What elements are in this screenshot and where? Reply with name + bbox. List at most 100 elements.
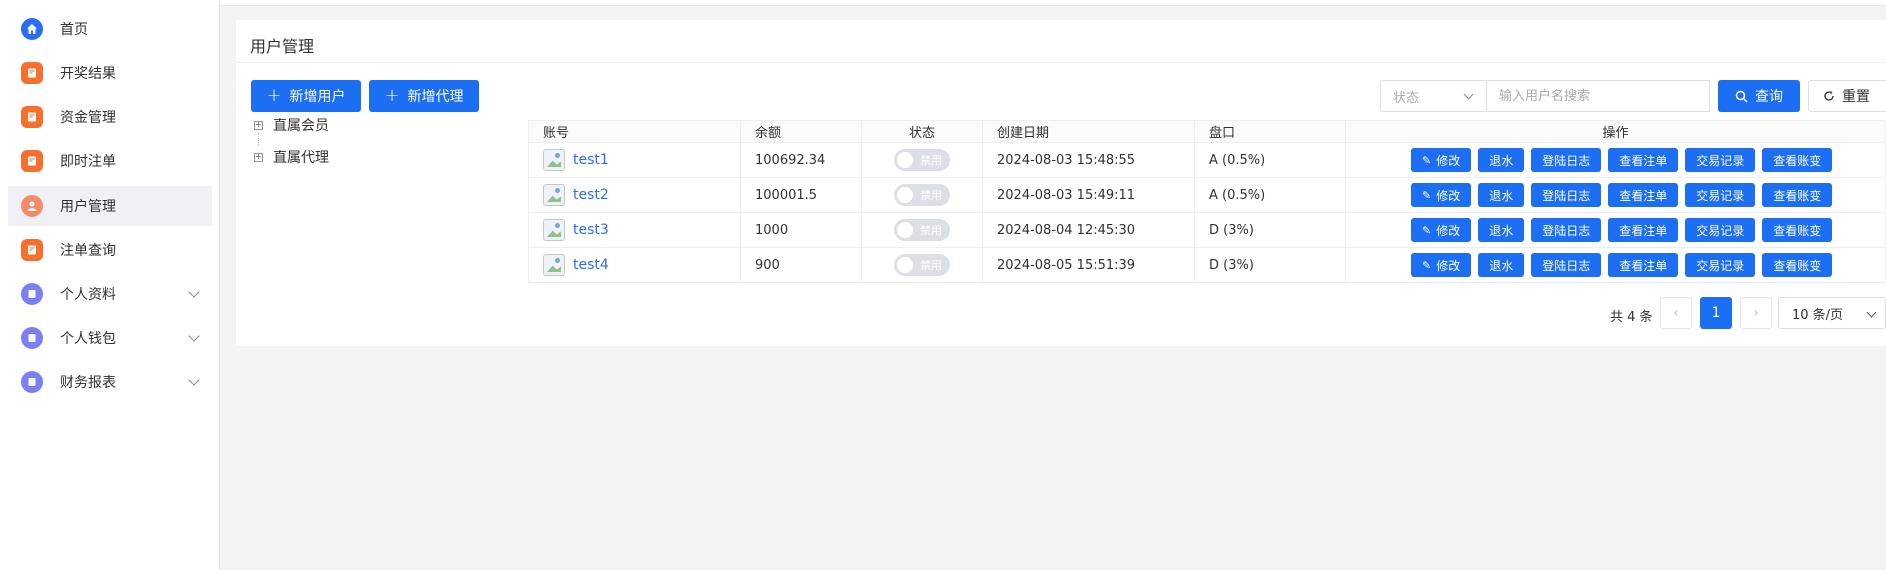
reset-button[interactable]: 重置 xyxy=(1808,80,1886,112)
sidebar-item-wallet[interactable]: 个人钱包 xyxy=(8,318,212,358)
add-agent-button[interactable]: + 新增代理 xyxy=(369,80,479,112)
edit-button[interactable]: ✎ 修改 xyxy=(1411,218,1472,242)
edit-icon: ✎ xyxy=(1422,153,1432,167)
toggle-text: 禁用 xyxy=(920,154,942,167)
button-label: 登陆日志 xyxy=(1542,188,1591,203)
balance-cell: 900 xyxy=(741,248,862,282)
view-bets-button[interactable]: 查看注单 xyxy=(1608,183,1679,207)
search-button-label: 查询 xyxy=(1755,89,1783,105)
wallet-icon xyxy=(21,327,43,349)
transactions-button[interactable]: 交易记录 xyxy=(1685,218,1756,242)
pankou-cell: A (0.5%) xyxy=(1195,143,1346,177)
prev-page-button[interactable]: ‹ xyxy=(1660,297,1692,329)
account-link[interactable]: test4 xyxy=(573,257,609,273)
tree-label: 直属会员 xyxy=(273,118,329,134)
view-bets-button[interactable]: 查看注单 xyxy=(1608,148,1679,172)
home-icon xyxy=(21,18,43,40)
chevron-down-icon xyxy=(1463,89,1474,100)
sidebar-item-home[interactable]: 首页 xyxy=(8,9,212,49)
transactions-button[interactable]: 交易记录 xyxy=(1685,253,1756,277)
transactions-button[interactable]: 交易记录 xyxy=(1685,148,1756,172)
login-log-button[interactable]: 登陆日志 xyxy=(1531,253,1602,277)
status-cell: 禁用 xyxy=(862,248,983,282)
search-button[interactable]: 查询 xyxy=(1718,80,1800,112)
status-toggle[interactable]: 禁用 xyxy=(894,219,950,241)
button-label: 退水 xyxy=(1489,223,1514,238)
view-bets-button[interactable]: 查看注单 xyxy=(1608,218,1679,242)
rebate-button[interactable]: 退水 xyxy=(1478,253,1525,277)
sidebar-item-label: 首页 xyxy=(60,22,88,38)
column-header: 创建日期 xyxy=(983,121,1195,142)
edit-button[interactable]: ✎ 修改 xyxy=(1411,183,1472,207)
rebate-button[interactable]: 退水 xyxy=(1478,218,1525,242)
sidebar-item-live-bets[interactable]: 即时注单 xyxy=(8,141,212,181)
view-changes-button[interactable]: 查看账变 xyxy=(1762,218,1833,242)
expand-icon[interactable]: + xyxy=(254,152,263,162)
login-log-button[interactable]: 登陆日志 xyxy=(1531,218,1602,242)
add-user-button[interactable]: + 新增用户 xyxy=(251,80,361,112)
expand-icon[interactable]: + xyxy=(254,120,263,130)
column-header: 盘口 xyxy=(1195,121,1346,142)
sidebar-item-users[interactable]: 用户管理 xyxy=(8,186,212,226)
button-label: 退水 xyxy=(1489,258,1514,273)
toggle-text: 禁用 xyxy=(920,259,942,272)
login-log-button[interactable]: 登陆日志 xyxy=(1531,148,1602,172)
button-label: 修改 xyxy=(1436,188,1461,203)
status-toggle[interactable]: 禁用 xyxy=(894,254,950,276)
edit-icon: ✎ xyxy=(1422,258,1432,272)
view-bets-button[interactable]: 查看注单 xyxy=(1608,253,1679,277)
pankou-cell: D (3%) xyxy=(1195,248,1346,282)
account-link[interactable]: test3 xyxy=(573,222,609,238)
sidebar-item-funds[interactable]: 资金管理 xyxy=(8,97,212,137)
status-toggle[interactable]: 禁用 xyxy=(894,184,950,206)
search-input[interactable] xyxy=(1486,80,1710,112)
next-page-button[interactable]: › xyxy=(1740,297,1772,329)
transactions-button[interactable]: 交易记录 xyxy=(1685,183,1756,207)
avatar xyxy=(543,184,565,206)
pagination-total: 共 4 条 xyxy=(1610,310,1653,325)
sidebar-item-bet-query[interactable]: 注单查询 xyxy=(8,230,212,270)
sidebar-item-label: 开奖结果 xyxy=(60,66,116,82)
button-label: 查看注单 xyxy=(1619,258,1668,273)
page-1-button[interactable]: 1 xyxy=(1700,297,1732,329)
report-icon xyxy=(21,371,43,393)
view-changes-button[interactable]: 查看账变 xyxy=(1762,183,1833,207)
avatar xyxy=(543,149,565,171)
button-label: 退水 xyxy=(1489,153,1514,168)
view-changes-button[interactable]: 查看账变 xyxy=(1762,253,1833,277)
rebate-button[interactable]: 退水 xyxy=(1478,148,1525,172)
sidebar-item-label: 个人钱包 xyxy=(60,331,116,347)
account-cell: test2 xyxy=(529,178,741,212)
page-size-select[interactable]: 10 条/页 xyxy=(1778,297,1886,329)
edit-button[interactable]: ✎ 修改 xyxy=(1411,253,1472,277)
view-changes-button[interactable]: 查看账变 xyxy=(1762,148,1833,172)
account-cell: test3 xyxy=(529,213,741,247)
toggle-knob xyxy=(897,257,913,273)
tree-node-direct-members[interactable]: + 直属会员 xyxy=(254,113,329,137)
add-agent-label: 新增代理 xyxy=(407,89,464,105)
status-select[interactable]: 状态 xyxy=(1380,80,1487,112)
tree-node-direct-agents[interactable]: + 直属代理 xyxy=(254,145,329,169)
balance-cell: 1000 xyxy=(741,213,862,247)
status-toggle[interactable]: 禁用 xyxy=(894,149,950,171)
login-log-button[interactable]: 登陆日志 xyxy=(1531,183,1602,207)
tree-label: 直属代理 xyxy=(273,150,329,166)
sidebar-item-results[interactable]: 开奖结果 xyxy=(8,53,212,93)
button-label: 修改 xyxy=(1436,223,1461,238)
edit-button[interactable]: ✎ 修改 xyxy=(1411,148,1472,172)
button-label: 查看账变 xyxy=(1773,153,1822,168)
toggle-text: 禁用 xyxy=(920,224,942,237)
page-size-value: 10 条/页 xyxy=(1792,307,1844,323)
sidebar-item-reports[interactable]: 财务报表 xyxy=(8,362,212,402)
avatar xyxy=(543,254,565,276)
account-link[interactable]: test1 xyxy=(573,152,609,168)
account-link[interactable]: test2 xyxy=(573,187,609,203)
sidebar-item-profile[interactable]: 个人资料 xyxy=(8,274,212,314)
column-header: 账号 xyxy=(529,121,741,142)
user-table: 账号 余额 状态 创建日期 盘口 操作 test1 100692.34 禁用 2… xyxy=(528,120,1886,283)
sidebar-item-label: 财务报表 xyxy=(60,375,116,391)
plus-icon: + xyxy=(266,85,282,106)
rebate-button[interactable]: 退水 xyxy=(1478,183,1525,207)
button-label: 修改 xyxy=(1436,153,1461,168)
button-label: 交易记录 xyxy=(1696,258,1745,273)
